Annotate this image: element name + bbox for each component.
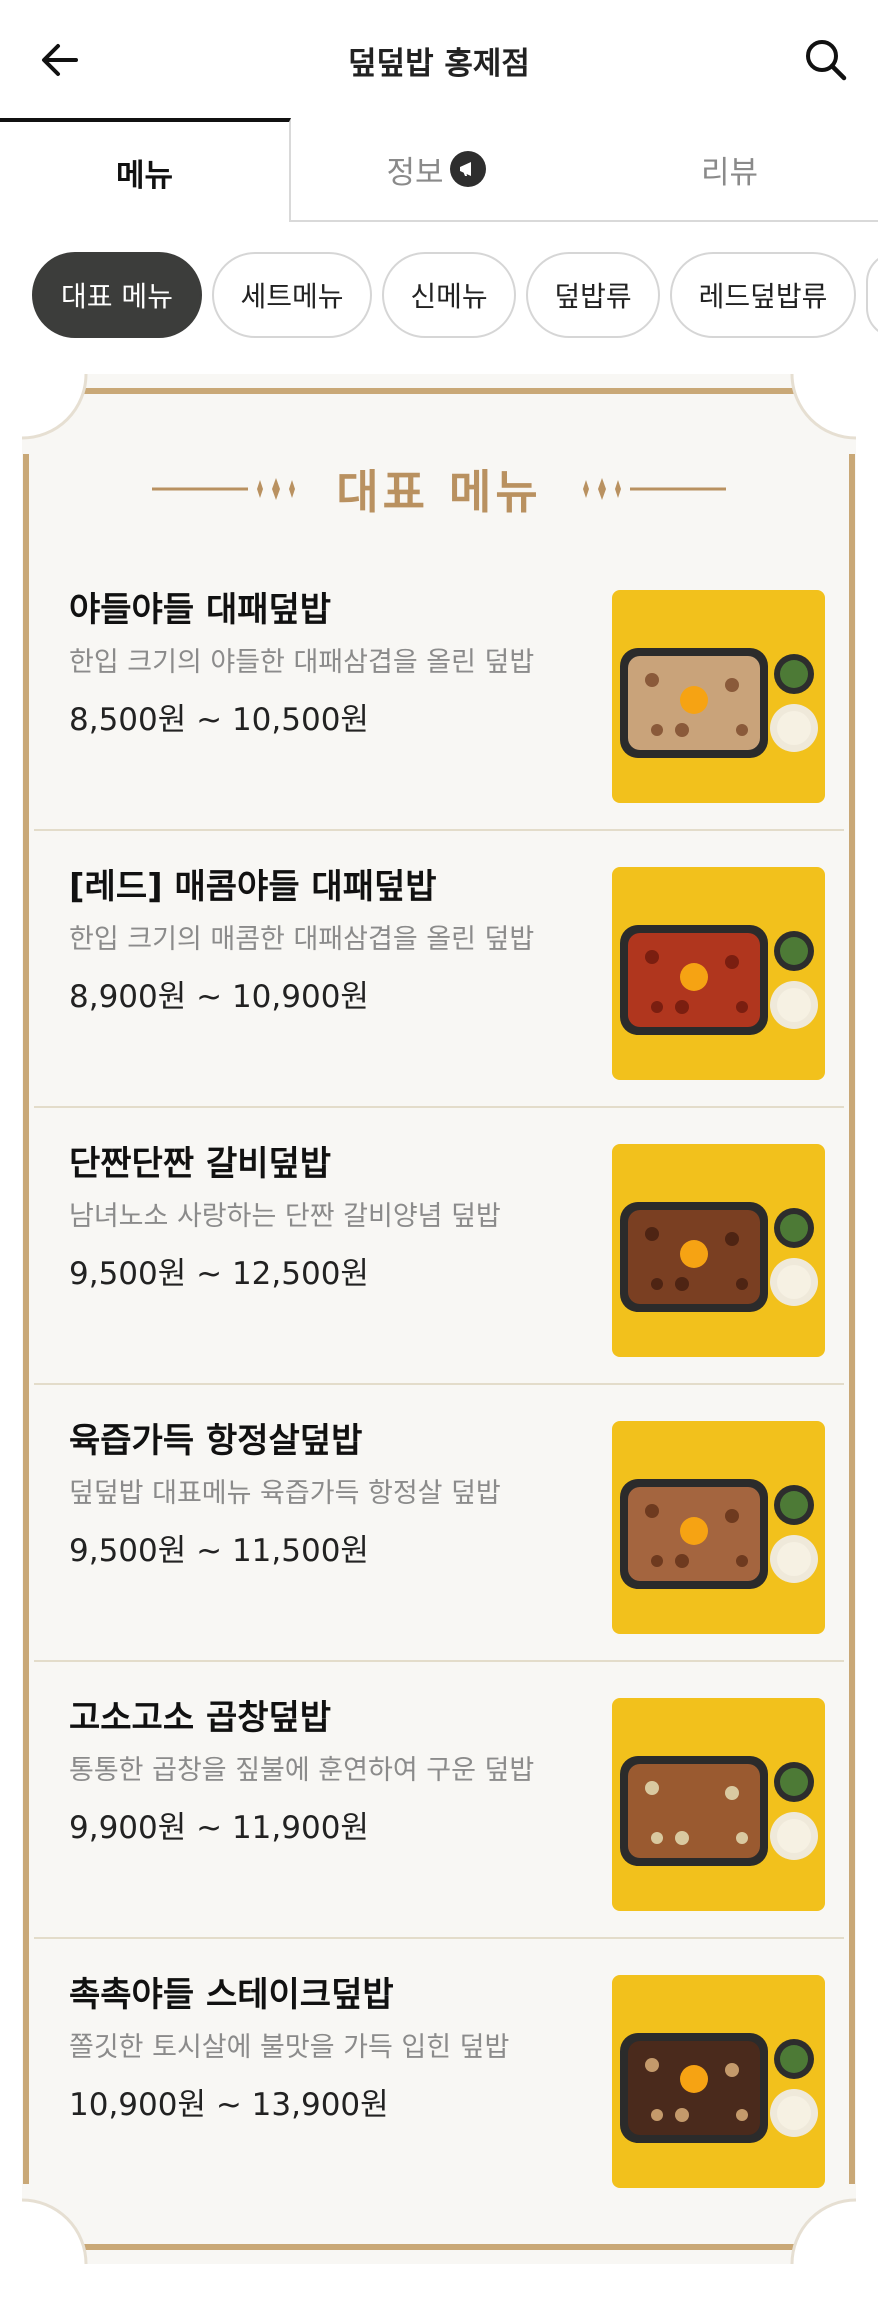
food-image (612, 867, 825, 1080)
item-description: 쫄깃한 토시살에 불맛을 가득 입힌 덮밥 (69, 2032, 510, 2063)
search-icon (806, 40, 847, 81)
tab-bar: 메뉴 정보 리뷰 (0, 118, 878, 222)
menu-item[interactable]: 촉촉야들 스테이크덮밥 쫄깃한 토시살에 불맛을 가득 입힌 덮밥 10,900… (34, 1939, 844, 2216)
item-name: 촉촉야들 스테이크덮밥 (69, 1975, 394, 2015)
food-image (612, 1421, 825, 1634)
chip-label: 대표 메뉴 (61, 280, 173, 313)
food-image (612, 590, 825, 803)
item-name: 육즙가득 항정살덮밥 (69, 1421, 363, 1461)
section-header: 대표 메뉴 (22, 464, 856, 519)
menu-item[interactable]: [레드] 매콤야들 대패덮밥 한입 크기의 매콤한 대패삼겹을 올린 덮밥 8,… (34, 831, 844, 1108)
section-title: 대표 메뉴 (336, 465, 542, 519)
chip-label: 세트메뉴 (240, 280, 344, 313)
item-price: 9,500원 ~ 12,500원 (69, 1256, 369, 1292)
menu-item[interactable]: 고소고소 곱창덮밥 통통한 곱창을 짚불에 훈연하여 구운 덮밥 9,900원 … (34, 1662, 844, 1939)
chip-red-rice-bowl[interactable]: 레드덮밥류 (670, 252, 856, 338)
ornament-left-icon (152, 478, 296, 500)
item-description: 남녀노소 사랑하는 단짠 갈비양념 덮밥 (69, 1201, 501, 1232)
item-description: 통통한 곱창을 짚불에 훈연하여 구운 덮밥 (69, 1755, 535, 1786)
tab-menu-label: 메뉴 (115, 157, 174, 194)
tab-review[interactable]: 리뷰 (581, 118, 878, 222)
item-name: 고소고소 곱창덮밥 (69, 1698, 332, 1738)
item-description: 한입 크기의 매콤한 대패삼겹을 올린 덮밥 (69, 924, 535, 955)
tab-info-label: 정보 (386, 154, 444, 191)
item-name: [레드] 매콤야들 대패덮밥 (69, 867, 437, 907)
chip-signature[interactable]: 대표 메뉴 (32, 252, 202, 338)
item-description: 덮덮밥 대표메뉴 육즙가득 항정살 덮밥 (69, 1478, 501, 1509)
signature-menu-card: 대표 메뉴 야들야들 대패덮밥 한입 크기의 야들한 대패삼겹을 올린 덮밥 8… (22, 374, 856, 2264)
menu-item[interactable]: 육즙가득 항정살덮밥 덮덮밥 대표메뉴 육즙가득 항정살 덮밥 9,500원 ~… (34, 1385, 844, 1662)
search-button[interactable] (796, 30, 856, 90)
chip-new[interactable]: 신메뉴 (382, 252, 516, 338)
app-header: 덮덮밥 홍제점 (0, 0, 878, 118)
megaphone-icon (449, 151, 486, 187)
item-price: 10,900원 ~ 13,900원 (69, 2087, 389, 2123)
ornament-right-icon (582, 478, 726, 500)
chip-more[interactable] (866, 252, 878, 338)
food-image (612, 1144, 825, 1357)
item-price: 8,900원 ~ 10,900원 (69, 979, 369, 1015)
menu-item[interactable]: 야들야들 대패덮밥 한입 크기의 야들한 대패삼겹을 올린 덮밥 8,500원 … (34, 554, 844, 831)
tab-review-label: 리뷰 (700, 154, 759, 191)
food-image (612, 1698, 825, 1911)
item-name: 단짠단짠 갈비덮밥 (69, 1144, 332, 1184)
chip-label: 레드덮밥류 (698, 280, 828, 313)
chip-set[interactable]: 세트메뉴 (212, 252, 372, 338)
item-price: 9,900원 ~ 11,900원 (69, 1810, 369, 1846)
item-description: 한입 크기의 야들한 대패삼겹을 올린 덮밥 (69, 647, 535, 678)
tab-menu[interactable]: 메뉴 (0, 118, 291, 222)
category-chip-bar: 대표 메뉴 세트메뉴 신메뉴 덮밥류 레드덮밥류 (0, 252, 878, 340)
item-price: 8,500원 ~ 10,500원 (69, 702, 369, 738)
food-image (612, 1975, 825, 2188)
tab-info[interactable]: 정보 (291, 118, 581, 222)
chip-label: 덮밥류 (554, 280, 632, 313)
menu-item[interactable]: 단짠단짠 갈비덮밥 남녀노소 사랑하는 단짠 갈비양념 덮밥 9,500원 ~ … (34, 1108, 844, 1385)
chip-label: 신메뉴 (410, 280, 488, 313)
item-price: 9,500원 ~ 11,500원 (69, 1533, 369, 1569)
chip-rice-bowl[interactable]: 덮밥류 (526, 252, 660, 338)
page-title: 덮덮밥 홍제점 (348, 46, 530, 82)
item-name: 야들야들 대패덮밥 (69, 590, 332, 630)
